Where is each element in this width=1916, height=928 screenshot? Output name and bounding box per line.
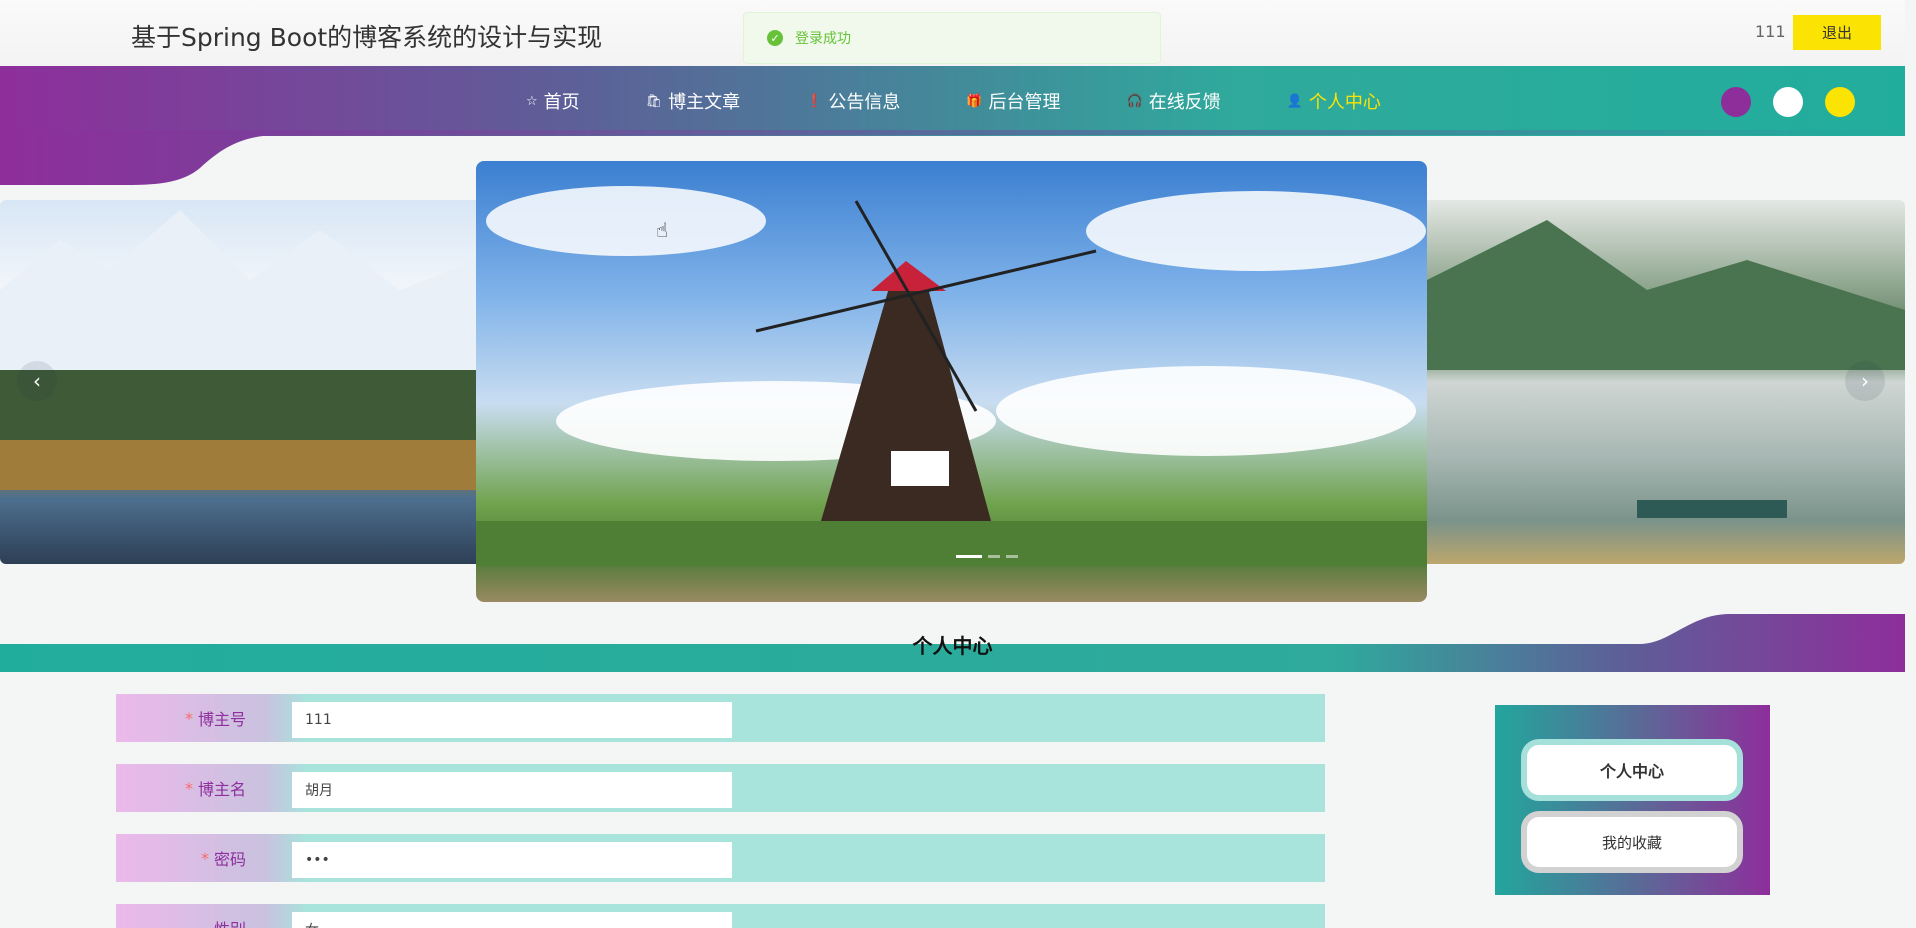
field-label: * 博主号 bbox=[116, 694, 266, 742]
form-row-password: * 密码 ••• bbox=[116, 834, 1325, 882]
theme-dot-white[interactable] bbox=[1773, 87, 1803, 117]
theme-switcher bbox=[1721, 87, 1855, 117]
carousel-next-button[interactable]: › bbox=[1845, 361, 1885, 401]
carousel-indicator[interactable] bbox=[1006, 555, 1018, 558]
current-user-name: 111 bbox=[1755, 22, 1786, 41]
form-row-blogger-id: * 博主号 111 bbox=[116, 694, 1325, 742]
bag-icon: 🛍 bbox=[645, 93, 663, 109]
info-icon: ❗ bbox=[806, 93, 823, 109]
required-mark: * bbox=[184, 778, 193, 798]
theme-dot-yellow[interactable] bbox=[1825, 87, 1855, 117]
nav-item-announcements[interactable]: ❗ 公告信息 bbox=[806, 90, 901, 113]
headset-icon: 🎧 bbox=[1126, 93, 1143, 109]
field-label-text: 博主号 bbox=[197, 710, 246, 729]
windmill-illustration bbox=[476, 186, 1427, 566]
hand-cursor-icon: ☝ bbox=[656, 218, 669, 242]
blogger-id-input[interactable]: 111 bbox=[292, 702, 732, 738]
field-label-text: 密码 bbox=[213, 850, 246, 869]
nav-label: 在线反馈 bbox=[1148, 92, 1221, 113]
star-icon: ☆ bbox=[526, 93, 538, 109]
nav-item-blogger-articles[interactable]: 🛍 博主文章 bbox=[645, 90, 741, 113]
side-menu: 个人中心 我的收藏 bbox=[1495, 705, 1770, 895]
field-label: * 博主名 bbox=[116, 764, 266, 812]
main-nav: ☆ 首页 🛍 博主文章 ❗ 公告信息 🎁 后台管理 🎧 在线反馈 👤 个人中心 bbox=[526, 90, 1447, 113]
nav-item-profile[interactable]: 👤 个人中心 bbox=[1286, 90, 1381, 113]
nav-label: 首页 bbox=[543, 92, 580, 113]
login-success-toast: ✓ 登录成功 bbox=[743, 12, 1161, 64]
carousel-indicator[interactable] bbox=[988, 555, 1000, 558]
carousel-slide-windmill[interactable] bbox=[476, 161, 1427, 602]
nav-item-admin[interactable]: 🎁 后台管理 bbox=[966, 90, 1061, 113]
carousel-slide-mountain-lake[interactable] bbox=[0, 200, 476, 564]
side-menu-favorites[interactable]: 我的收藏 bbox=[1521, 811, 1743, 873]
profile-form: * 博主号 111 * 博主名 胡月 * 密码 ••• 性别 女 bbox=[116, 694, 1325, 928]
side-menu-profile[interactable]: 个人中心 bbox=[1521, 739, 1743, 801]
user-icon: 👤 bbox=[1286, 93, 1303, 109]
chevron-left-icon: ‹ bbox=[33, 369, 41, 393]
check-circle-icon: ✓ bbox=[767, 30, 783, 46]
password-input[interactable]: ••• bbox=[292, 842, 732, 878]
field-label: * 密码 bbox=[116, 834, 266, 882]
nav-item-feedback[interactable]: 🎧 在线反馈 bbox=[1126, 90, 1221, 113]
nav-label: 个人中心 bbox=[1308, 92, 1381, 113]
logout-button[interactable]: 退出 bbox=[1793, 15, 1881, 50]
toast-message: 登录成功 bbox=[795, 31, 851, 47]
required-mark: * bbox=[200, 848, 209, 868]
field-label: 性别 bbox=[116, 904, 266, 928]
blogger-name-input[interactable]: 胡月 bbox=[292, 772, 732, 808]
chevron-right-icon: › bbox=[1861, 369, 1869, 393]
site-title: 基于Spring Boot的博客系统的设计与实现 bbox=[131, 23, 603, 52]
field-label-text: 性别 bbox=[214, 916, 246, 928]
gender-select[interactable]: 女 bbox=[292, 912, 732, 928]
carousel-indicators bbox=[956, 555, 1018, 558]
mountain-illustration bbox=[0, 210, 476, 490]
field-label-text: 博主名 bbox=[197, 780, 246, 799]
form-row-blogger-name: * 博主名 胡月 bbox=[116, 764, 1325, 812]
nav-label: 公告信息 bbox=[828, 92, 901, 113]
theme-dot-purple[interactable] bbox=[1721, 87, 1751, 117]
section-title: 个人中心 bbox=[912, 634, 993, 658]
carousel-slide-river-boat[interactable] bbox=[1427, 200, 1905, 564]
carousel-prev-button[interactable]: ‹ bbox=[17, 361, 57, 401]
river-illustration bbox=[1427, 220, 1905, 518]
form-row-gender: 性别 女 bbox=[116, 904, 1325, 928]
nav-label: 后台管理 bbox=[988, 92, 1061, 113]
gift-icon: 🎁 bbox=[966, 93, 983, 109]
nav-label: 博主文章 bbox=[668, 92, 741, 113]
required-mark: * bbox=[184, 708, 193, 728]
nav-item-home[interactable]: ☆ 首页 bbox=[526, 90, 580, 113]
carousel-indicator[interactable] bbox=[956, 555, 982, 558]
